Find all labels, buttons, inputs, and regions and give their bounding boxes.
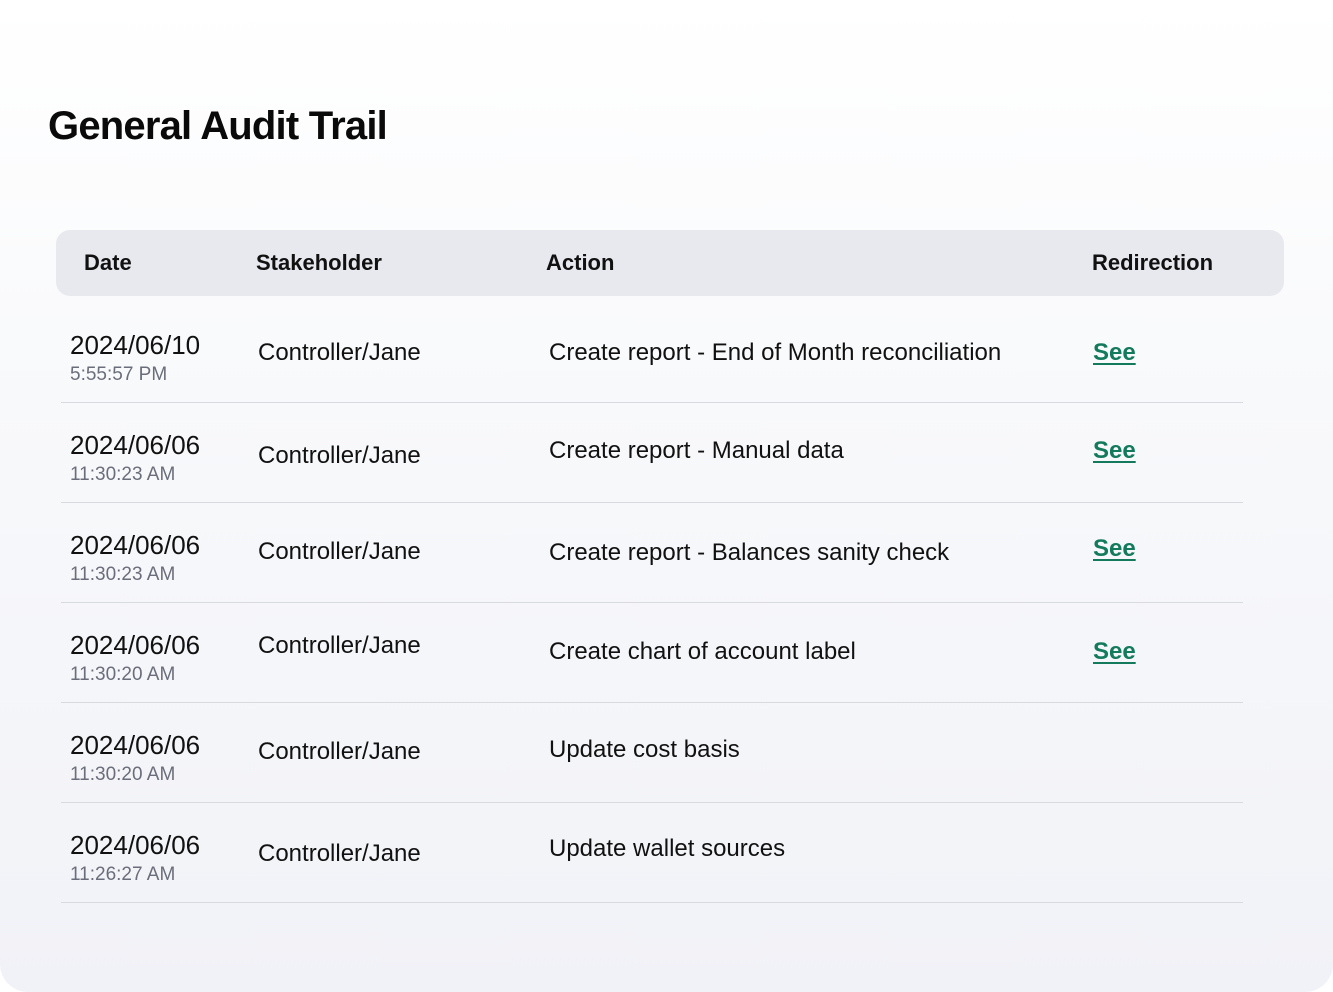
table-row: 2024/06/06 11:26:27 AM Controller/Jane U… <box>61 803 1243 903</box>
see-link[interactable]: See <box>1093 534 1136 564</box>
page-title: General Audit Trail <box>48 104 388 148</box>
row-stakeholder: Controller/Jane <box>258 442 421 469</box>
column-header-action: Action <box>546 250 615 275</box>
row-date: 2024/06/10 <box>70 330 201 360</box>
column-header-date: Date <box>84 250 132 275</box>
row-date: 2024/06/06 <box>70 530 201 560</box>
see-link[interactable]: See <box>1093 637 1136 667</box>
row-date: 2024/06/06 <box>70 730 201 760</box>
row-time: 11:30:20 AM <box>70 664 176 685</box>
row-action: Create report - End of Month reconciliat… <box>549 339 1002 366</box>
audit-trail-card: General Audit Trail Date Stakeholder Act… <box>0 0 1333 992</box>
table-row: 2024/06/06 11:30:20 AM Controller/Jane C… <box>61 603 1243 703</box>
table-header: Date Stakeholder Action Redirection <box>56 230 1284 296</box>
row-date: 2024/06/06 <box>70 830 201 860</box>
date-cell: 2024/06/10 5:55:57 PM <box>70 329 200 387</box>
table-row: 2024/06/06 11:30:23 AM Controller/Jane C… <box>61 503 1243 603</box>
date-cell: 2024/06/06 11:30:20 AM <box>70 729 200 787</box>
date-cell: 2024/06/06 11:30:20 AM <box>70 629 200 687</box>
table-row: 2024/06/06 11:30:23 AM Controller/Jane C… <box>61 403 1243 503</box>
row-date: 2024/06/06 <box>70 430 201 460</box>
row-action: Update wallet sources <box>549 835 786 862</box>
row-time: 11:30:23 AM <box>70 564 176 585</box>
row-stakeholder: Controller/Jane <box>258 632 421 659</box>
row-time: 11:30:23 AM <box>70 464 176 485</box>
column-header-redirection: Redirection <box>1092 250 1214 275</box>
row-time: 5:55:57 PM <box>70 364 168 385</box>
date-cell: 2024/06/06 11:26:27 AM <box>70 829 200 887</box>
table-row: 2024/06/10 5:55:57 PM Controller/Jane Cr… <box>61 303 1243 403</box>
row-stakeholder: Controller/Jane <box>258 339 421 366</box>
row-time: 11:26:27 AM <box>70 864 176 885</box>
row-action: Create chart of account label <box>549 638 856 665</box>
see-link[interactable]: See <box>1093 338 1136 368</box>
column-header-stakeholder: Stakeholder <box>256 250 382 275</box>
see-link[interactable]: See <box>1093 436 1136 466</box>
row-stakeholder: Controller/Jane <box>258 840 421 867</box>
row-action: Create report - Manual data <box>549 437 844 464</box>
row-stakeholder: Controller/Jane <box>258 738 421 765</box>
date-cell: 2024/06/06 11:30:23 AM <box>70 529 200 587</box>
date-cell: 2024/06/06 11:30:23 AM <box>70 429 200 487</box>
row-action: Update cost basis <box>549 736 740 763</box>
row-date: 2024/06/06 <box>70 630 201 660</box>
row-time: 11:30:20 AM <box>70 764 176 785</box>
audit-table-body: 2024/06/10 5:55:57 PM Controller/Jane Cr… <box>61 303 1243 903</box>
row-action: Create report - Balances sanity check <box>549 539 950 566</box>
row-stakeholder: Controller/Jane <box>258 538 421 565</box>
table-row: 2024/06/06 11:30:20 AM Controller/Jane U… <box>61 703 1243 803</box>
